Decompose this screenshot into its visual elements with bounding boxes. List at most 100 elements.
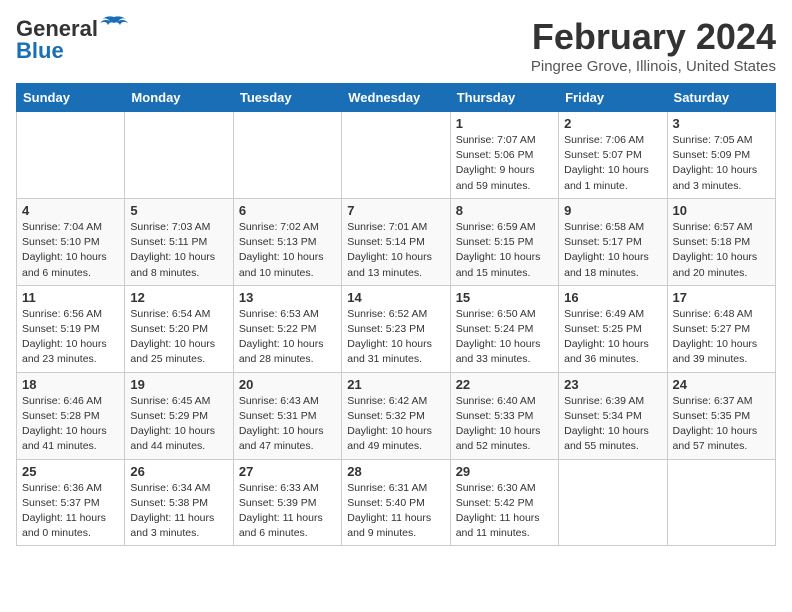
day-number: 20: [239, 377, 336, 392]
day-number: 23: [564, 377, 661, 392]
calendar-cell: 24Sunrise: 6:37 AM Sunset: 5:35 PM Dayli…: [667, 372, 775, 459]
day-number: 1: [456, 116, 553, 131]
calendar-cell: 29 Sunrise: 6:30 AM Sunset: 5:42 PM Dayli…: [450, 459, 558, 546]
calendar-cell: 15 Sunrise: 6:50 AM Sunset: 5:24 PM Dayli…: [450, 285, 558, 372]
day-number: 8: [456, 203, 553, 218]
calendar-week-row: 18 Sunrise: 6:46 AM Sunset: 5:28 PM Dayli…: [17, 372, 776, 459]
calendar-cell: 27 Sunrise: 6:33 AM Sunset: 5:39 PM Dayli…: [233, 459, 341, 546]
day-info: Sunrise: 6:40 AM Sunset: 5:33 PM Dayligh…: [456, 394, 553, 455]
day-number: 22: [456, 377, 553, 392]
calendar-cell: [342, 112, 450, 199]
day-info: Sunrise: 6:45 AM Sunset: 5:29 PM Dayligh…: [130, 394, 227, 455]
calendar-cell: 2 Sunrise: 7:06 AM Sunset: 5:07 PM Daylig…: [559, 112, 667, 199]
day-info: Sunrise: 7:01 AM Sunset: 5:14 PM Dayligh…: [347, 220, 444, 281]
calendar-week-row: 25Sunrise: 6:36 AM Sunset: 5:37 PM Dayli…: [17, 459, 776, 546]
logo-blue: Blue: [16, 38, 64, 64]
calendar-cell: 26 Sunrise: 6:34 AM Sunset: 5:38 PM Dayli…: [125, 459, 233, 546]
col-header-thursday: Thursday: [450, 84, 558, 112]
day-info: Sunrise: 6:49 AM Sunset: 5:25 PM Dayligh…: [564, 307, 661, 368]
day-info: Sunrise: 6:54 AM Sunset: 5:20 PM Dayligh…: [130, 307, 227, 368]
calendar-cell: 14 Sunrise: 6:52 AM Sunset: 5:23 PM Dayli…: [342, 285, 450, 372]
col-header-sunday: Sunday: [17, 84, 125, 112]
day-number: 29: [456, 464, 553, 479]
day-info: Sunrise: 7:06 AM Sunset: 5:07 PM Dayligh…: [564, 133, 661, 194]
calendar-week-row: 4Sunrise: 7:04 AM Sunset: 5:10 PM Daylig…: [17, 198, 776, 285]
calendar-cell: 4Sunrise: 7:04 AM Sunset: 5:10 PM Daylig…: [17, 198, 125, 285]
day-info: Sunrise: 6:30 AM Sunset: 5:42 PM Dayligh…: [456, 481, 553, 542]
day-number: 7: [347, 203, 444, 218]
day-info: Sunrise: 6:53 AM Sunset: 5:22 PM Dayligh…: [239, 307, 336, 368]
day-info: Sunrise: 6:33 AM Sunset: 5:39 PM Dayligh…: [239, 481, 336, 542]
calendar-table: SundayMondayTuesdayWednesdayThursdayFrid…: [16, 83, 776, 546]
day-number: 11: [22, 290, 119, 305]
calendar-cell: 17 Sunrise: 6:48 AM Sunset: 5:27 PM Dayli…: [667, 285, 775, 372]
logo: General Blue: [16, 16, 128, 64]
day-info: Sunrise: 6:42 AM Sunset: 5:32 PM Dayligh…: [347, 394, 444, 455]
day-number: 6: [239, 203, 336, 218]
day-info: Sunrise: 7:05 AM Sunset: 5:09 PM Dayligh…: [673, 133, 770, 194]
day-info: Sunrise: 6:46 AM Sunset: 5:28 PM Dayligh…: [22, 394, 119, 455]
day-info: Sunrise: 6:31 AM Sunset: 5:40 PM Dayligh…: [347, 481, 444, 542]
col-header-saturday: Saturday: [667, 84, 775, 112]
day-info: Sunrise: 6:34 AM Sunset: 5:38 PM Dayligh…: [130, 481, 227, 542]
calendar-cell: 3 Sunrise: 7:05 AM Sunset: 5:09 PM Daylig…: [667, 112, 775, 199]
calendar-cell: 9Sunrise: 6:58 AM Sunset: 5:17 PM Daylig…: [559, 198, 667, 285]
day-number: 17: [673, 290, 770, 305]
day-info: Sunrise: 7:02 AM Sunset: 5:13 PM Dayligh…: [239, 220, 336, 281]
day-number: 13: [239, 290, 336, 305]
calendar-cell: [667, 459, 775, 546]
col-header-friday: Friday: [559, 84, 667, 112]
day-info: Sunrise: 6:59 AM Sunset: 5:15 PM Dayligh…: [456, 220, 553, 281]
calendar-cell: 22 Sunrise: 6:40 AM Sunset: 5:33 PM Dayli…: [450, 372, 558, 459]
col-header-tuesday: Tuesday: [233, 84, 341, 112]
calendar-week-row: 1 Sunrise: 7:07 AM Sunset: 5:06 PM Daylig…: [17, 112, 776, 199]
day-info: Sunrise: 7:03 AM Sunset: 5:11 PM Dayligh…: [130, 220, 227, 281]
calendar-header-row: SundayMondayTuesdayWednesdayThursdayFrid…: [17, 84, 776, 112]
calendar-cell: [125, 112, 233, 199]
day-info: Sunrise: 6:36 AM Sunset: 5:37 PM Dayligh…: [22, 481, 119, 542]
day-info: Sunrise: 6:39 AM Sunset: 5:34 PM Dayligh…: [564, 394, 661, 455]
month-title: February 2024: [531, 16, 776, 58]
day-number: 2: [564, 116, 661, 131]
calendar-week-row: 11 Sunrise: 6:56 AM Sunset: 5:19 PM Dayli…: [17, 285, 776, 372]
calendar-cell: 5Sunrise: 7:03 AM Sunset: 5:11 PM Daylig…: [125, 198, 233, 285]
day-info: Sunrise: 7:07 AM Sunset: 5:06 PM Dayligh…: [456, 133, 553, 194]
calendar-cell: [233, 112, 341, 199]
calendar-cell: 28 Sunrise: 6:31 AM Sunset: 5:40 PM Dayli…: [342, 459, 450, 546]
day-number: 26: [130, 464, 227, 479]
calendar-cell: 10 Sunrise: 6:57 AM Sunset: 5:18 PM Dayli…: [667, 198, 775, 285]
calendar-cell: 1 Sunrise: 7:07 AM Sunset: 5:06 PM Daylig…: [450, 112, 558, 199]
calendar-cell: 8 Sunrise: 6:59 AM Sunset: 5:15 PM Daylig…: [450, 198, 558, 285]
day-number: 15: [456, 290, 553, 305]
day-number: 12: [130, 290, 227, 305]
day-number: 9: [564, 203, 661, 218]
calendar-cell: 7 Sunrise: 7:01 AM Sunset: 5:14 PM Daylig…: [342, 198, 450, 285]
calendar-cell: 11 Sunrise: 6:56 AM Sunset: 5:19 PM Dayli…: [17, 285, 125, 372]
calendar-cell: 13 Sunrise: 6:53 AM Sunset: 5:22 PM Dayli…: [233, 285, 341, 372]
calendar-cell: 12 Sunrise: 6:54 AM Sunset: 5:20 PM Dayli…: [125, 285, 233, 372]
day-number: 18: [22, 377, 119, 392]
day-number: 3: [673, 116, 770, 131]
col-header-monday: Monday: [125, 84, 233, 112]
day-number: 14: [347, 290, 444, 305]
day-number: 24: [673, 377, 770, 392]
location: Pingree Grove, Illinois, United States: [531, 58, 776, 75]
day-info: Sunrise: 6:56 AM Sunset: 5:19 PM Dayligh…: [22, 307, 119, 368]
day-number: 16: [564, 290, 661, 305]
day-number: 28: [347, 464, 444, 479]
calendar-cell: 18 Sunrise: 6:46 AM Sunset: 5:28 PM Dayli…: [17, 372, 125, 459]
calendar-cell: 6 Sunrise: 7:02 AM Sunset: 5:13 PM Daylig…: [233, 198, 341, 285]
day-info: Sunrise: 7:04 AM Sunset: 5:10 PM Dayligh…: [22, 220, 119, 281]
day-info: Sunrise: 6:57 AM Sunset: 5:18 PM Dayligh…: [673, 220, 770, 281]
day-info: Sunrise: 6:50 AM Sunset: 5:24 PM Dayligh…: [456, 307, 553, 368]
day-number: 10: [673, 203, 770, 218]
calendar-cell: 21Sunrise: 6:42 AM Sunset: 5:32 PM Dayli…: [342, 372, 450, 459]
day-info: Sunrise: 6:48 AM Sunset: 5:27 PM Dayligh…: [673, 307, 770, 368]
day-number: 27: [239, 464, 336, 479]
day-info: Sunrise: 6:52 AM Sunset: 5:23 PM Dayligh…: [347, 307, 444, 368]
calendar-cell: 19Sunrise: 6:45 AM Sunset: 5:29 PM Dayli…: [125, 372, 233, 459]
logo-bird-icon: [100, 15, 128, 37]
day-info: Sunrise: 6:43 AM Sunset: 5:31 PM Dayligh…: [239, 394, 336, 455]
title-block: February 2024 Pingree Grove, Illinois, U…: [531, 16, 776, 75]
calendar-cell: [17, 112, 125, 199]
